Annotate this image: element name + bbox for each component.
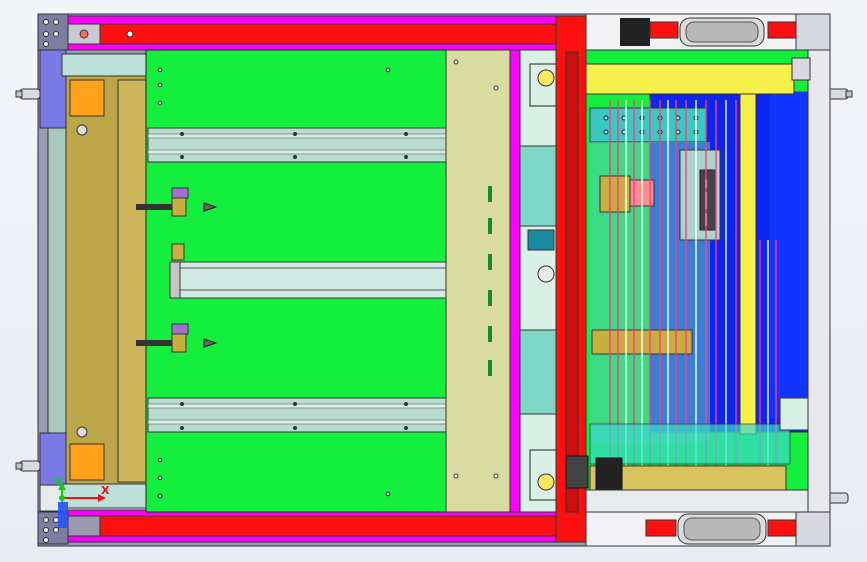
- wheel-icon: [677, 513, 767, 545]
- bolt-icon: [76, 426, 88, 438]
- corner-block-top-right: [795, 13, 831, 51]
- teal-circuit-block: [589, 107, 707, 143]
- top-magenta-strip: [67, 15, 559, 25]
- left-bracket-bottom: [39, 432, 67, 486]
- bearing-icon: [537, 69, 555, 87]
- cad-viewport[interactable]: ▬▬▬ ▬▬▬▬ ▬▬: [0, 0, 867, 562]
- left-side-rail: [47, 127, 69, 434]
- right-frame-column: [807, 49, 831, 513]
- magenta-divider: [509, 49, 521, 513]
- orange-block-bottom: [69, 443, 105, 481]
- triad-y-label: Y: [53, 476, 63, 489]
- pale-olive-panel: [445, 49, 513, 513]
- bolt-icon: [76, 124, 88, 136]
- bottom-red-rail: [99, 515, 559, 539]
- yellow-top-block: [585, 63, 795, 95]
- left-pin-bottom: [15, 460, 41, 472]
- cad-assembly-drawing[interactable]: ▬▬▬ ▬▬▬▬ ▬▬: [0, 0, 867, 562]
- linear-rail-lower: [147, 397, 449, 433]
- corner-block-bottom-right: [795, 511, 831, 547]
- wheel-icon: [679, 17, 765, 47]
- linear-rail-upper: [147, 127, 449, 163]
- triad-x-label: X: [101, 484, 110, 497]
- corner-block-top-left: [37, 13, 69, 51]
- orange-block-top: [69, 79, 105, 117]
- left-pin-top: [15, 88, 41, 100]
